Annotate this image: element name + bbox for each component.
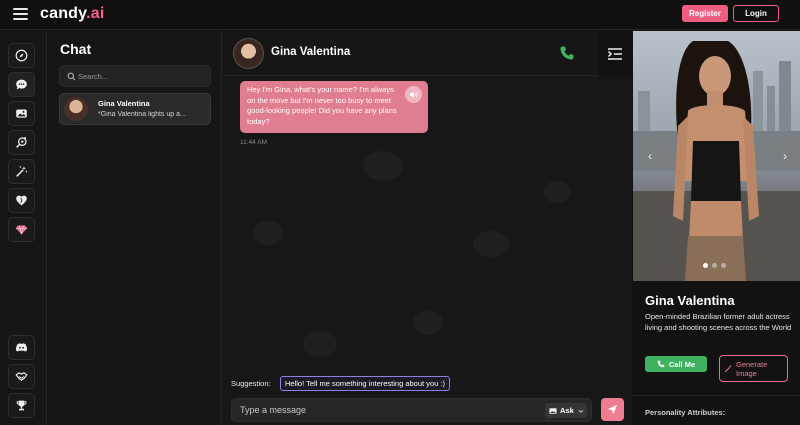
sidebar-create-button[interactable] [8, 130, 35, 155]
suggestion-chip[interactable]: Hello! Tell me something interesting abo… [280, 376, 450, 391]
carousel-dot[interactable] [703, 263, 708, 268]
profile-photo-illustration [633, 31, 800, 281]
phone-icon [657, 360, 665, 368]
personality-attributes-heading: Personality Attributes: [645, 408, 726, 417]
hamburger-menu-icon[interactable] [13, 8, 28, 20]
divider [633, 395, 800, 396]
sidebar-gallery-button[interactable] [8, 101, 35, 126]
background-pattern [543, 181, 571, 203]
profile-name: Gina Valentina [645, 293, 735, 308]
diamond-icon [15, 225, 28, 235]
call-me-label: Call Me [668, 359, 696, 369]
phone-icon[interactable] [559, 45, 575, 61]
profile-panel: ‹ › Gina Valentina Open-minded Brazilian… [633, 31, 800, 425]
chat-list-title: Chat [60, 41, 92, 57]
chat-item-name: Gina Valentina [98, 99, 150, 108]
message-bubble: Hey I'm Gina, what's your name? I'm alwa… [240, 81, 428, 133]
generate-image-label: Generate Image [736, 359, 768, 378]
compass-icon [15, 49, 28, 62]
search-box[interactable] [59, 65, 211, 87]
sidebar-chat-button[interactable] [8, 72, 35, 97]
carousel-dot[interactable] [712, 263, 717, 268]
logo[interactable]: candy.ai [40, 5, 104, 23]
image-icon [549, 407, 557, 414]
affiliate-icon [15, 372, 28, 381]
message-text: Hey I'm Gina, what's your name? I'm alwa… [247, 85, 397, 126]
carousel-next-button[interactable]: › [778, 149, 792, 163]
background-pattern [303, 331, 337, 357]
top-bar: candy.ai Register Login [0, 0, 800, 30]
message-input-box[interactable]: Ask [231, 398, 592, 422]
sidebar-generate-button[interactable] [8, 159, 35, 184]
avatar [64, 97, 88, 121]
contact-name[interactable]: Gina Valentina [271, 46, 350, 58]
sidebar-affiliate-button[interactable] [8, 364, 35, 389]
avatar[interactable] [233, 38, 264, 69]
background-pattern [253, 221, 283, 245]
search-icon [67, 72, 76, 81]
login-button[interactable]: Login [733, 5, 779, 22]
play-audio-button[interactable] [405, 86, 422, 103]
carousel-dots [703, 263, 726, 268]
trophy-icon [16, 400, 27, 411]
conversation-panel: Gina Valentina Hey I'm Gina, what's your… [223, 31, 632, 425]
sidebar-explore-button[interactable] [8, 43, 35, 68]
magic-wand-icon [16, 166, 28, 177]
carousel-prev-button[interactable]: ‹ [643, 149, 657, 163]
background-pattern [363, 151, 403, 181]
profile-photo: ‹ › [633, 31, 800, 281]
discord-icon [15, 343, 28, 352]
ask-dropdown[interactable]: Ask [545, 403, 587, 418]
message-timestamp: 11:44 AM [240, 139, 267, 146]
carousel-dot[interactable] [721, 263, 726, 268]
logo-text: candy [40, 5, 87, 22]
search-input[interactable] [78, 67, 206, 85]
gallery-icon [16, 109, 27, 118]
register-button[interactable]: Register [682, 5, 728, 22]
sidebar-premium-button[interactable] [8, 217, 35, 242]
collapse-panel-icon [607, 47, 622, 60]
background-pattern [473, 231, 509, 257]
generate-image-button[interactable]: Generate Image [719, 355, 788, 382]
send-button[interactable] [601, 398, 624, 421]
create-character-icon [16, 136, 27, 148]
chat-list-panel: Chat Gina Valentina *Gina Valentina ligh… [48, 31, 222, 425]
profile-description: Open-minded Brazilian former adult actre… [645, 312, 792, 332]
sidebar-discord-button[interactable] [8, 335, 35, 360]
toggle-profile-button[interactable] [598, 31, 632, 76]
chat-item-preview: *Gina Valentina lights up a... [98, 111, 186, 118]
sidebar-favorites-button[interactable] [8, 188, 35, 213]
chat-bubble-icon [16, 79, 27, 90]
call-me-button[interactable]: Call Me [645, 356, 707, 372]
heart-icon [16, 195, 27, 206]
message-input[interactable] [240, 402, 530, 418]
magic-wand-icon [724, 364, 732, 373]
speaker-icon [409, 91, 418, 98]
suggestion-label: Suggestion: [231, 379, 271, 388]
background-pattern [413, 311, 443, 335]
icon-sidebar [0, 31, 47, 425]
ask-label: Ask [560, 406, 574, 415]
sidebar-leaderboard-button[interactable] [8, 393, 35, 418]
send-icon [607, 404, 618, 415]
chat-list-item[interactable]: Gina Valentina *Gina Valentina lights up… [59, 93, 211, 125]
conversation-header: Gina Valentina [223, 31, 632, 76]
logo-ai: ai [90, 5, 105, 22]
chevron-down-icon [578, 409, 584, 413]
